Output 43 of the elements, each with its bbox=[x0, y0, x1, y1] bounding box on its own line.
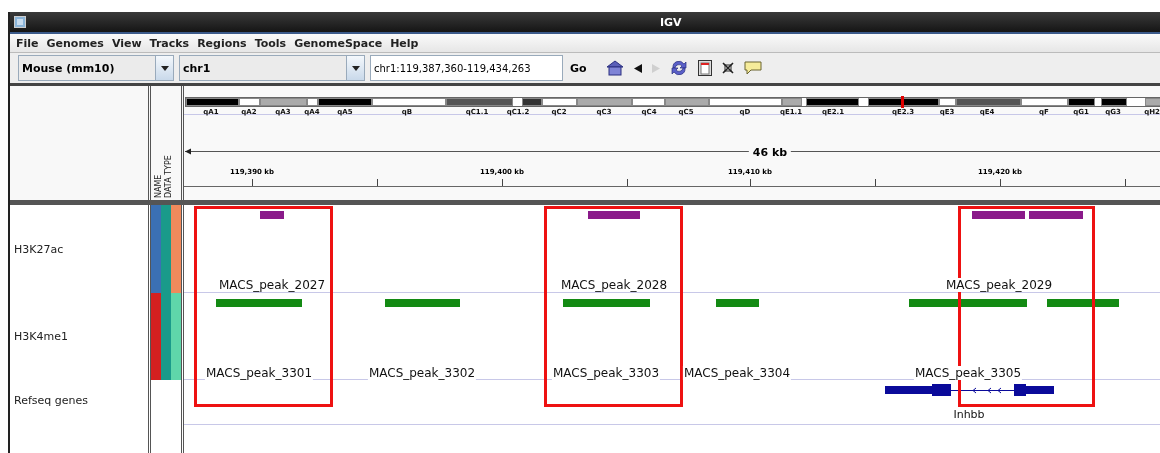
genome-dropdown[interactable]: Mouse (mm10) bbox=[18, 55, 174, 81]
menu-item[interactable]: GenomeSpace bbox=[290, 36, 387, 50]
menu-item[interactable]: File bbox=[12, 36, 43, 50]
peak-label: MACS_peak_2027 bbox=[217, 278, 327, 292]
refresh-icon[interactable] bbox=[669, 59, 688, 77]
chromosome-dropdown[interactable]: chr1 bbox=[179, 55, 365, 81]
dropdown-arrow-icon[interactable] bbox=[160, 65, 169, 71]
peak-label: MACS_peak_3304 bbox=[682, 366, 792, 380]
locus-field[interactable]: chr1:119,387,360-119,434,263 bbox=[370, 55, 563, 81]
peak-bar bbox=[716, 299, 759, 307]
peak-bar bbox=[1029, 211, 1083, 219]
back-arrow-icon[interactable] bbox=[633, 63, 642, 73]
peak-bar bbox=[1047, 299, 1119, 307]
menu-item[interactable]: Genomes bbox=[42, 36, 108, 50]
home-icon[interactable] bbox=[605, 60, 624, 76]
menu-item[interactable]: Tracks bbox=[145, 36, 194, 50]
span-label: 46 kb bbox=[748, 146, 792, 159]
menu-item[interactable]: Regions bbox=[193, 36, 251, 50]
track-name[interactable]: Refseq genes bbox=[10, 394, 88, 407]
menu-item[interactable]: Tools bbox=[250, 36, 291, 50]
menu-item[interactable]: Help bbox=[386, 36, 423, 50]
fit-icon[interactable] bbox=[721, 62, 734, 74]
peak-bar bbox=[588, 211, 640, 219]
track-name[interactable]: H3K4me1 bbox=[10, 330, 68, 343]
attribute-header[interactable]: NAME bbox=[154, 174, 163, 198]
menu-item[interactable]: View bbox=[107, 36, 146, 50]
peak-label: MACS_peak_3305 bbox=[913, 366, 1023, 380]
peak-bar bbox=[972, 211, 1025, 219]
dropdown-arrow-icon[interactable] bbox=[351, 65, 360, 71]
peak-label: MACS_peak_3301 bbox=[204, 366, 314, 380]
track-name[interactable]: H3K27ac bbox=[10, 242, 64, 256]
region-icon[interactable] bbox=[697, 60, 712, 76]
peak-label: MACS_peak_3303 bbox=[551, 366, 661, 380]
peak-label: MACS_peak_2029 bbox=[944, 278, 1054, 292]
comment-icon[interactable] bbox=[743, 61, 762, 75]
peak-bar bbox=[260, 211, 284, 219]
gene-label: Inhbb bbox=[952, 408, 986, 421]
window-title: IGV bbox=[660, 15, 682, 29]
attribute-header[interactable]: DATA TYPE bbox=[164, 155, 173, 198]
current-position-marker bbox=[901, 96, 904, 108]
peak-label: MACS_peak_3302 bbox=[367, 366, 477, 380]
peak-label: MACS_peak_2028 bbox=[559, 278, 669, 292]
go-button[interactable]: Go bbox=[568, 61, 589, 75]
